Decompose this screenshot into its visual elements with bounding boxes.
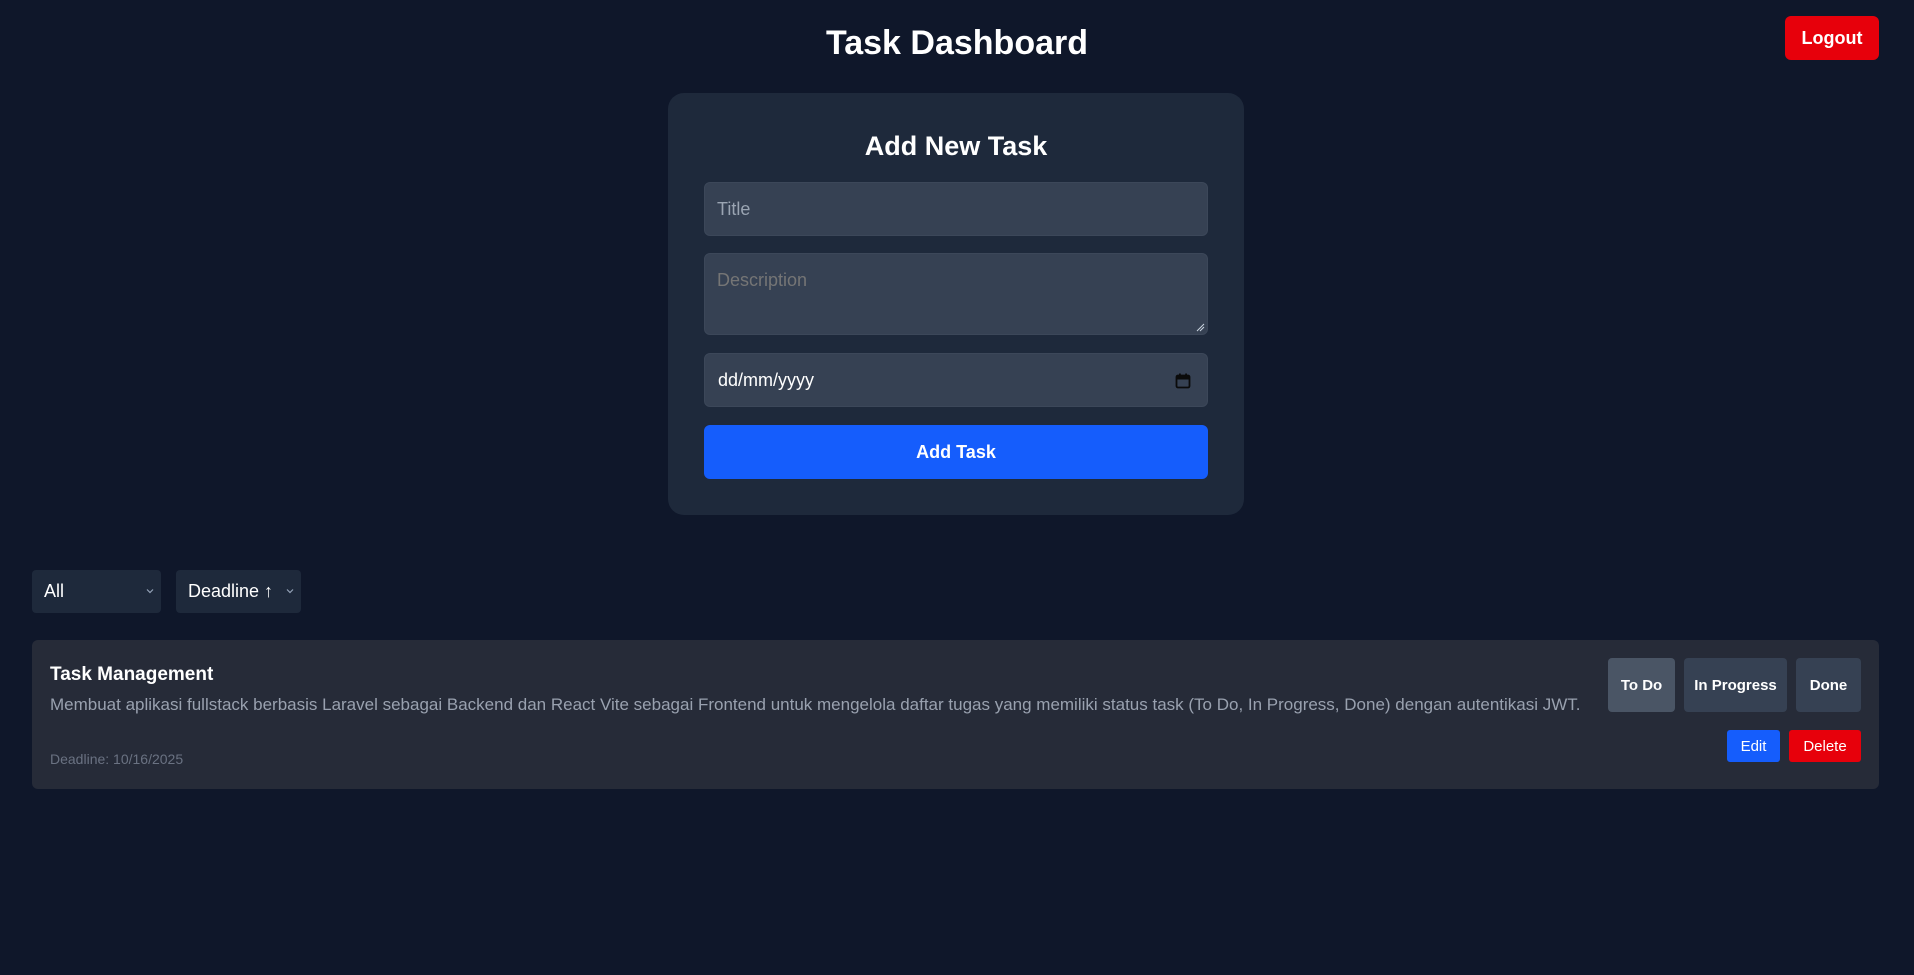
form-heading: Add New Task bbox=[864, 131, 1048, 161]
task-dashboard-page: Task Dashboard Logout Add New Task dd/mm… bbox=[0, 0, 1914, 975]
add-task-button[interactable]: Add Task bbox=[704, 425, 1208, 479]
task-deadline: Deadline: 10/16/2025 bbox=[50, 751, 184, 767]
status-button-done[interactable]: Done bbox=[1796, 658, 1861, 712]
date-placeholder: dd/mm/yyyy bbox=[718, 370, 815, 390]
status-button-in-progress[interactable]: In Progress bbox=[1684, 658, 1787, 712]
sort-value: Deadline ↑ bbox=[188, 581, 274, 601]
task-card: Task Management Membuat aplikasi fullsta… bbox=[32, 640, 1879, 789]
chevron-down-icon bbox=[146, 589, 154, 594]
description-input[interactable] bbox=[704, 253, 1208, 335]
logout-button[interactable]: Logout bbox=[1785, 16, 1879, 60]
edit-button[interactable]: Edit bbox=[1727, 730, 1780, 762]
description-textarea[interactable] bbox=[705, 254, 1207, 334]
chevron-down-icon bbox=[286, 589, 294, 594]
task-title: Task Management bbox=[50, 664, 214, 685]
status-filter-value: All bbox=[44, 581, 65, 601]
status-button-todo[interactable]: To Do bbox=[1608, 658, 1675, 712]
sort-select[interactable]: Deadline ↑ bbox=[176, 570, 301, 613]
page-title: Task Dashboard bbox=[825, 24, 1088, 62]
add-task-form: Add New Task dd/mm/yyyy Add Task bbox=[668, 93, 1244, 515]
delete-button[interactable]: Delete bbox=[1789, 730, 1861, 762]
resize-grip-icon[interactable] bbox=[1195, 322, 1205, 332]
status-filter-select[interactable]: All bbox=[32, 570, 161, 613]
calendar-icon[interactable] bbox=[1175, 373, 1191, 389]
deadline-date-input[interactable]: dd/mm/yyyy bbox=[704, 353, 1208, 407]
title-input[interactable] bbox=[704, 182, 1208, 236]
task-description: Membuat aplikasi fullstack berbasis Lara… bbox=[50, 695, 1581, 714]
